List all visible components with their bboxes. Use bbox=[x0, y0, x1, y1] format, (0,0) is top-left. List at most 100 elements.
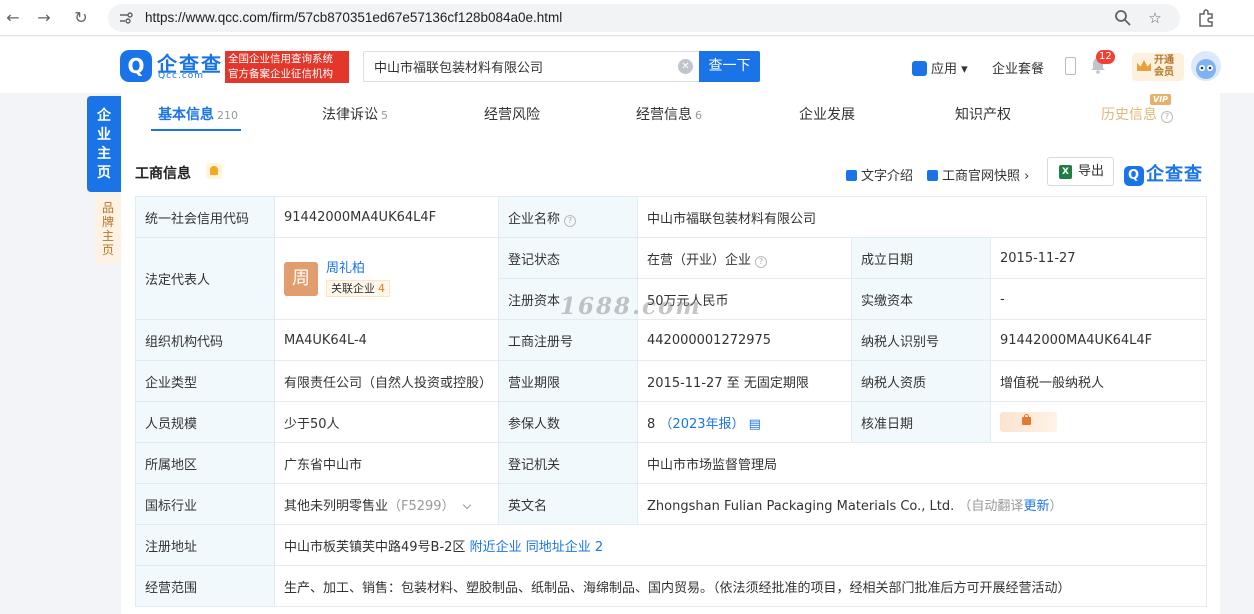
reload-icon[interactable]: ↻ bbox=[71, 8, 91, 28]
tab-intellectual-property[interactable]: 知识产权 bbox=[955, 104, 1011, 124]
side-tab-char: 品 bbox=[101, 201, 114, 215]
enterprise-suite-link[interactable]: 企业套餐 bbox=[992, 58, 1044, 77]
extensions-icon[interactable] bbox=[1196, 8, 1216, 28]
biz-reg-no-value: 442000001272975 bbox=[637, 319, 852, 361]
slogan-line: 官方备案企业征信机构 bbox=[228, 68, 333, 80]
zoom-icon[interactable] bbox=[1113, 8, 1133, 28]
chevron-down-icon[interactable] bbox=[462, 500, 471, 509]
qcc-logo-icon[interactable]: Q bbox=[120, 50, 152, 82]
tab-development[interactable]: 企业发展 bbox=[799, 104, 855, 124]
company-name-label: 企业名称 bbox=[508, 211, 561, 227]
credit-code-label: 统一社会信用代码 bbox=[135, 196, 275, 238]
subnav-strip bbox=[121, 131, 1220, 137]
reg-authority-label: 登记机关 bbox=[498, 442, 638, 484]
address-label: 注册地址 bbox=[135, 524, 275, 566]
section-title: 工商信息 bbox=[135, 166, 191, 182]
tab-business-risk[interactable]: 经营风险 bbox=[484, 104, 540, 124]
tab-label: 历史信息 bbox=[1101, 107, 1157, 123]
legal-rep-name-link[interactable]: 周礼柏 bbox=[326, 261, 365, 276]
side-tab-company-home[interactable]: 企 业 主 页 bbox=[87, 96, 121, 192]
search-input[interactable] bbox=[364, 52, 664, 81]
staff-size-label: 人员规模 bbox=[135, 401, 275, 443]
reg-status-value: 在营（开业）企业 bbox=[647, 252, 752, 268]
tab-label: 经营风险 bbox=[484, 107, 540, 123]
tab-history[interactable]: 历史信息? bbox=[1101, 104, 1173, 124]
insured-label: 参保人数 bbox=[498, 401, 638, 443]
document-icon bbox=[846, 170, 857, 181]
help-icon[interactable]: ? bbox=[755, 255, 768, 268]
apps-menu[interactable]: 应用 ▾ bbox=[912, 58, 968, 78]
org-code-label: 组织机构代码 bbox=[135, 319, 275, 361]
scope-value: 生产、加工、销售：包装材料、塑胶制品、纸制品、海绵制品、国内贸易。（依法须经批准… bbox=[274, 565, 1207, 607]
slogan-badge: 全国企业信用查询系统 官方备案企业征信机构 bbox=[225, 51, 349, 83]
side-tab-char: 主 bbox=[97, 146, 111, 162]
site-header: Q 企查查 Qcc.com 全国企业信用查询系统 官方备案企业征信机构 ✕ 查一… bbox=[0, 37, 1254, 93]
industry-code: （F5299） bbox=[388, 498, 455, 514]
site-settings-icon[interactable] bbox=[118, 10, 134, 26]
export-button[interactable]: X 导出 bbox=[1047, 157, 1114, 186]
auto-translate-note-end: ） bbox=[1049, 498, 1063, 514]
user-avatar[interactable] bbox=[1191, 51, 1221, 81]
mobile-app-icon[interactable] bbox=[1065, 57, 1076, 75]
tab-operation-info[interactable]: 经营信息 6 bbox=[636, 104, 702, 124]
update-link[interactable]: 更新 bbox=[1023, 499, 1049, 514]
text-intro-label: 文字介绍 bbox=[861, 169, 914, 184]
clear-search-icon[interactable]: ✕ bbox=[678, 59, 693, 74]
founded-value: 2015-11-27 bbox=[990, 237, 1207, 279]
reg-authority-value: 中山市市场监督管理局 bbox=[637, 442, 1207, 484]
tab-count: 5 bbox=[381, 109, 388, 122]
registry-snapshot-link[interactable]: 工商官网快照 › bbox=[927, 165, 1029, 184]
vip-label: 会员 bbox=[1154, 67, 1174, 78]
table-row: 人员规模 少于50人 参保人数 8 （2023年报） ▤ 核准日期 bbox=[135, 401, 1207, 443]
legal-rep-cell: 周 周礼柏 关联企业 4 bbox=[274, 237, 499, 320]
company-name-label-cell: 企业名称? bbox=[498, 196, 638, 238]
tab-litigation[interactable]: 法律诉讼 5 bbox=[322, 104, 388, 124]
tab-label: 法律诉讼 bbox=[322, 107, 378, 123]
org-code-value: MA4UK64L-4 bbox=[274, 319, 499, 361]
nearby-companies-link[interactable]: 附近企业 bbox=[470, 540, 522, 555]
taxpayer-id-value: 91442000MA4UK64L4F bbox=[990, 319, 1207, 361]
staff-size-value: 少于50人 bbox=[274, 401, 499, 443]
chevron-right-icon: › bbox=[1024, 169, 1030, 184]
snapshot-label: 工商官网快照 bbox=[942, 169, 1021, 184]
bookmark-star-icon[interactable]: ☆ bbox=[1145, 8, 1165, 28]
side-tab-brand-home[interactable]: 品 牌 主 页 bbox=[95, 194, 121, 264]
search-button[interactable]: 查一下 bbox=[699, 51, 760, 82]
open-vip-button[interactable]: 开通 会员 bbox=[1132, 53, 1184, 81]
text-intro-link[interactable]: 文字介绍 bbox=[846, 165, 913, 184]
legal-rep-avatar[interactable]: 周 bbox=[284, 261, 318, 296]
side-tab-char: 业 bbox=[97, 127, 111, 143]
address-bar[interactable]: https://www.qcc.com/firm/57cb870351ed67e… bbox=[108, 4, 1180, 32]
related-count: 4 bbox=[378, 281, 385, 295]
section-tabs: 基本信息 210 法律诉讼 5 经营风险 经营信息 6 企业发展 知识产权 历史信息?… bbox=[121, 93, 1220, 131]
help-icon[interactable]: ? bbox=[564, 214, 577, 227]
biz-term-value: 2015-11-27 至 无固定期限 bbox=[637, 360, 852, 402]
tab-basic-info[interactable]: 基本信息 210 bbox=[158, 104, 238, 124]
side-tab-char: 主 bbox=[101, 229, 114, 243]
company-type-label: 企业类型 bbox=[135, 360, 275, 402]
biz-term-label: 营业期限 bbox=[498, 360, 638, 402]
back-arrow-icon[interactable]: ← bbox=[3, 8, 23, 28]
excel-icon: X bbox=[1059, 165, 1072, 179]
paid-capital-value: - bbox=[990, 278, 1207, 320]
related-companies-tag[interactable]: 关联企业 4 bbox=[326, 279, 390, 297]
legal-rep-label: 法定代表人 bbox=[135, 237, 275, 320]
tab-label: 企业发展 bbox=[799, 107, 855, 123]
side-tab-char: 企 bbox=[97, 108, 111, 124]
trend-chart-icon[interactable]: ▤ bbox=[749, 417, 761, 432]
annual-report-link[interactable]: （2023年报） bbox=[659, 417, 744, 432]
forward-arrow-icon[interactable]: → bbox=[34, 8, 54, 28]
taxpayer-id-label: 纳税人识别号 bbox=[851, 319, 991, 361]
same-address-count: 2 bbox=[594, 539, 604, 555]
same-address-link[interactable]: 同地址企业 2 bbox=[526, 540, 603, 555]
locked-value-lock-icon[interactable] bbox=[1000, 412, 1057, 432]
table-row: 国标行业 其他未列明零售业（F5299） 英文名 Zhongshan Fulia… bbox=[135, 483, 1207, 525]
insured-cell: 8 （2023年报） ▤ bbox=[637, 401, 852, 443]
side-tab-char: 牌 bbox=[101, 215, 114, 229]
help-icon[interactable]: ? bbox=[1161, 111, 1173, 123]
approval-date-cell bbox=[990, 401, 1207, 443]
subscribe-bell-icon[interactable] bbox=[206, 163, 222, 179]
industry-cell[interactable]: 其他未列明零售业（F5299） bbox=[274, 483, 499, 525]
industry-label: 国标行业 bbox=[135, 483, 275, 525]
english-name-cell: Zhongshan Fulian Packaging Materials Co.… bbox=[637, 483, 1207, 525]
